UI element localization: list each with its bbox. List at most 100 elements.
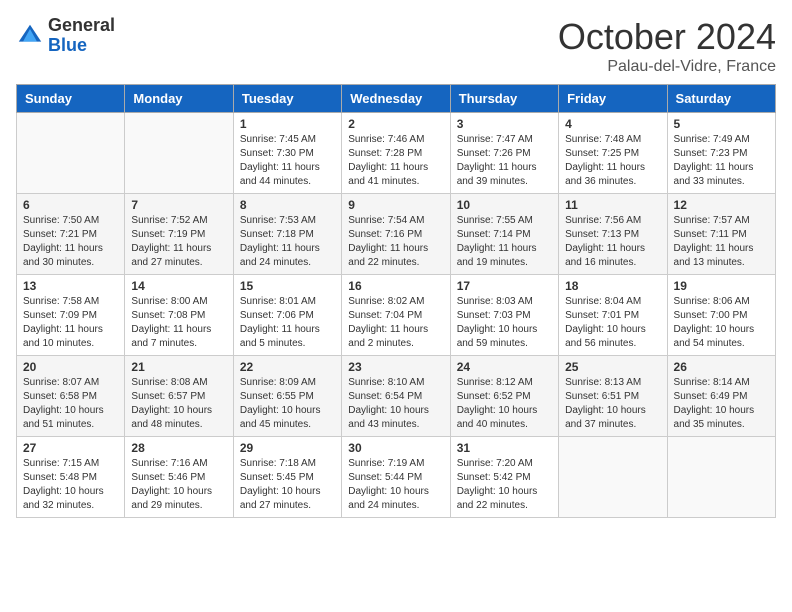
logo-general-text: General <box>48 16 115 36</box>
day-info: Sunrise: 7:18 AMSunset: 5:45 PMDaylight:… <box>240 457 335 513</box>
day-number: 16 <box>348 279 443 293</box>
day-info: Sunrise: 8:09 AMSunset: 6:55 PMDaylight:… <box>240 376 335 432</box>
day-info: Sunrise: 8:14 AMSunset: 6:49 PMDaylight:… <box>674 376 769 432</box>
day-number: 3 <box>457 117 552 131</box>
day-number: 10 <box>457 198 552 212</box>
weekday-header-sunday: Sunday <box>17 85 125 113</box>
day-number: 30 <box>348 441 443 455</box>
logo: General Blue <box>16 16 115 56</box>
weekday-header-thursday: Thursday <box>450 85 558 113</box>
calendar-cell: 27Sunrise: 7:15 AMSunset: 5:48 PMDayligh… <box>17 437 125 518</box>
weekday-header-wednesday: Wednesday <box>342 85 450 113</box>
calendar-cell: 16 Sunrise: 8:02 AMSunset: 7:04 PMDayligh… <box>342 275 450 356</box>
day-info: Sunrise: 8:12 AMSunset: 6:52 PMDaylight:… <box>457 376 552 432</box>
day-info: Sunrise: 8:04 AMSunset: 7:01 PMDaylight:… <box>565 295 660 351</box>
day-info: Sunrise: 8:13 AMSunset: 6:51 PMDaylight:… <box>565 376 660 432</box>
calendar-cell: 5Sunrise: 7:49 AMSunset: 7:23 PMDaylight… <box>667 113 775 194</box>
month-title: October 2024 <box>558 16 776 58</box>
weekday-header-row: SundayMondayTuesdayWednesdayThursdayFrid… <box>17 85 776 113</box>
calendar-cell: 7 Sunrise: 7:52 AMSunset: 7:19 PMDaylight… <box>125 194 233 275</box>
day-number: 20 <box>23 360 118 374</box>
day-number: 8 <box>240 198 335 212</box>
day-number: 7 <box>131 198 226 212</box>
day-info: Sunrise: 7:53 AMSunset: 7:18 PMDaylight:… <box>240 214 335 270</box>
calendar-cell: 4 Sunrise: 7:48 AMSunset: 7:25 PMDaylight… <box>559 113 667 194</box>
day-info: Sunrise: 7:55 AMSunset: 7:14 PMDaylight:… <box>457 214 552 270</box>
day-info: Sunrise: 7:19 AMSunset: 5:44 PMDaylight:… <box>348 457 443 513</box>
day-number: 9 <box>348 198 443 212</box>
day-number: 23 <box>348 360 443 374</box>
logo-icon <box>16 22 44 50</box>
day-number: 22 <box>240 360 335 374</box>
calendar-cell: 22 Sunrise: 8:09 AMSunset: 6:55 PMDayligh… <box>233 356 341 437</box>
week-row-1: 1Sunrise: 7:45 AMSunset: 7:30 PMDaylight… <box>17 113 776 194</box>
calendar-cell: 14 Sunrise: 8:00 AMSunset: 7:08 PMDayligh… <box>125 275 233 356</box>
calendar-cell: 18Sunrise: 8:04 AMSunset: 7:01 PMDayligh… <box>559 275 667 356</box>
day-number: 4 <box>565 117 660 131</box>
day-number: 28 <box>131 441 226 455</box>
calendar-cell: 6 Sunrise: 7:50 AMSunset: 7:21 PMDaylight… <box>17 194 125 275</box>
day-number: 31 <box>457 441 552 455</box>
day-info: Sunrise: 7:52 AMSunset: 7:19 PMDaylight:… <box>131 214 226 270</box>
calendar-cell: 11Sunrise: 7:56 AMSunset: 7:13 PMDayligh… <box>559 194 667 275</box>
day-info: Sunrise: 7:50 AMSunset: 7:21 PMDaylight:… <box>23 214 118 270</box>
calendar-cell: 1Sunrise: 7:45 AMSunset: 7:30 PMDaylight… <box>233 113 341 194</box>
calendar-cell: 23 Sunrise: 8:10 AMSunset: 6:54 PMDayligh… <box>342 356 450 437</box>
calendar-cell: 17 Sunrise: 8:03 AMSunset: 7:03 PMDayligh… <box>450 275 558 356</box>
week-row-5: 27Sunrise: 7:15 AMSunset: 5:48 PMDayligh… <box>17 437 776 518</box>
week-row-2: 6 Sunrise: 7:50 AMSunset: 7:21 PMDaylight… <box>17 194 776 275</box>
day-info: Sunrise: 7:20 AMSunset: 5:42 PMDaylight:… <box>457 457 552 513</box>
day-number: 6 <box>23 198 118 212</box>
day-info: Sunrise: 7:16 AMSunset: 5:46 PMDaylight:… <box>131 457 226 513</box>
calendar-cell: 20Sunrise: 8:07 AMSunset: 6:58 PMDayligh… <box>17 356 125 437</box>
day-number: 15 <box>240 279 335 293</box>
day-info: Sunrise: 7:15 AMSunset: 5:48 PMDaylight:… <box>23 457 118 513</box>
day-number: 25 <box>565 360 660 374</box>
day-info: Sunrise: 7:54 AMSunset: 7:16 PMDaylight:… <box>348 214 443 270</box>
day-info: Sunrise: 7:56 AMSunset: 7:13 PMDaylight:… <box>565 214 660 270</box>
day-info: Sunrise: 8:00 AMSunset: 7:08 PMDaylight:… <box>131 295 226 351</box>
week-row-3: 13Sunrise: 7:58 AMSunset: 7:09 PMDayligh… <box>17 275 776 356</box>
day-number: 5 <box>674 117 769 131</box>
weekday-header-saturday: Saturday <box>667 85 775 113</box>
day-info: Sunrise: 8:08 AMSunset: 6:57 PMDaylight:… <box>131 376 226 432</box>
calendar-table: SundayMondayTuesdayWednesdayThursdayFrid… <box>16 84 776 518</box>
calendar-cell: 29Sunrise: 7:18 AMSunset: 5:45 PMDayligh… <box>233 437 341 518</box>
calendar-cell: 21 Sunrise: 8:08 AMSunset: 6:57 PMDayligh… <box>125 356 233 437</box>
calendar-cell: 10 Sunrise: 7:55 AMSunset: 7:14 PMDayligh… <box>450 194 558 275</box>
day-info: Sunrise: 8:03 AMSunset: 7:03 PMDaylight:… <box>457 295 552 351</box>
day-info: Sunrise: 7:45 AMSunset: 7:30 PMDaylight:… <box>240 133 335 189</box>
day-info: Sunrise: 8:02 AMSunset: 7:04 PMDaylight:… <box>348 295 443 351</box>
calendar-cell <box>125 113 233 194</box>
calendar-cell <box>559 437 667 518</box>
calendar-cell: 9 Sunrise: 7:54 AMSunset: 7:16 PMDaylight… <box>342 194 450 275</box>
day-number: 26 <box>674 360 769 374</box>
day-number: 13 <box>23 279 118 293</box>
calendar-cell: 31 Sunrise: 7:20 AMSunset: 5:42 PMDayligh… <box>450 437 558 518</box>
calendar-cell: 3 Sunrise: 7:47 AMSunset: 7:26 PMDaylight… <box>450 113 558 194</box>
day-number: 2 <box>348 117 443 131</box>
weekday-header-friday: Friday <box>559 85 667 113</box>
day-info: Sunrise: 8:10 AMSunset: 6:54 PMDaylight:… <box>348 376 443 432</box>
week-row-4: 20Sunrise: 8:07 AMSunset: 6:58 PMDayligh… <box>17 356 776 437</box>
calendar-cell: 30 Sunrise: 7:19 AMSunset: 5:44 PMDayligh… <box>342 437 450 518</box>
calendar-cell: 12Sunrise: 7:57 AMSunset: 7:11 PMDayligh… <box>667 194 775 275</box>
calendar-cell <box>667 437 775 518</box>
calendar-cell: 13Sunrise: 7:58 AMSunset: 7:09 PMDayligh… <box>17 275 125 356</box>
day-info: Sunrise: 7:48 AMSunset: 7:25 PMDaylight:… <box>565 133 660 189</box>
day-number: 19 <box>674 279 769 293</box>
day-number: 17 <box>457 279 552 293</box>
calendar-cell: 25 Sunrise: 8:13 AMSunset: 6:51 PMDayligh… <box>559 356 667 437</box>
calendar-cell: 24Sunrise: 8:12 AMSunset: 6:52 PMDayligh… <box>450 356 558 437</box>
day-number: 14 <box>131 279 226 293</box>
day-number: 21 <box>131 360 226 374</box>
logo-text: General Blue <box>48 16 115 56</box>
calendar-cell: 26 Sunrise: 8:14 AMSunset: 6:49 PMDayligh… <box>667 356 775 437</box>
logo-blue-text: Blue <box>48 36 115 56</box>
calendar-cell: 28 Sunrise: 7:16 AMSunset: 5:46 PMDayligh… <box>125 437 233 518</box>
calendar-cell: 2Sunrise: 7:46 AMSunset: 7:28 PMDaylight… <box>342 113 450 194</box>
day-info: Sunrise: 8:06 AMSunset: 7:00 PMDaylight:… <box>674 295 769 351</box>
calendar-cell <box>17 113 125 194</box>
day-info: Sunrise: 7:57 AMSunset: 7:11 PMDaylight:… <box>674 214 769 270</box>
day-info: Sunrise: 7:47 AMSunset: 7:26 PMDaylight:… <box>457 133 552 189</box>
